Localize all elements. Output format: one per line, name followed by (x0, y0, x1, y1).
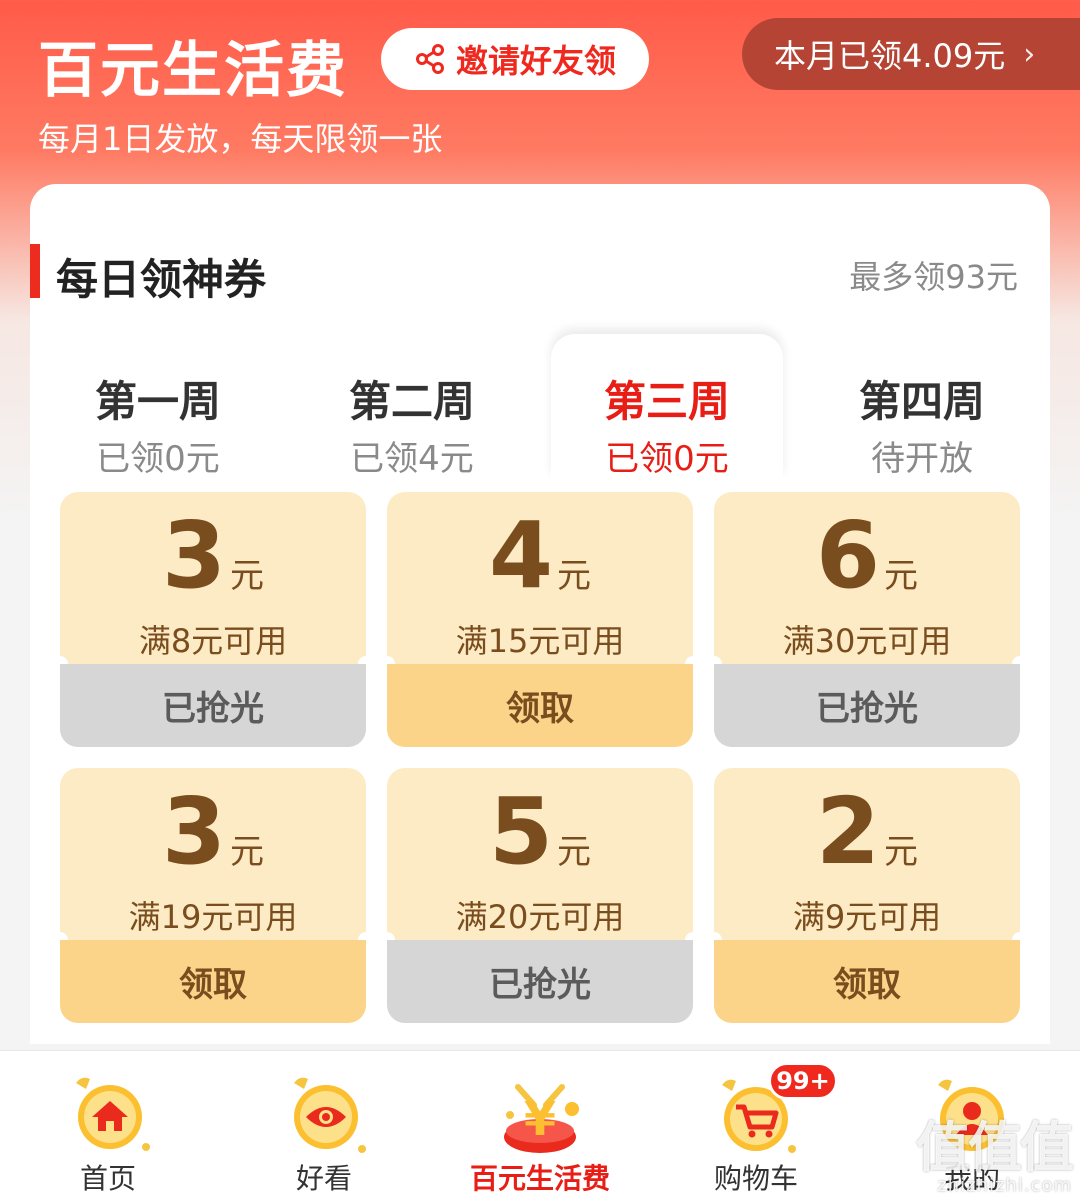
coupon-unit: 元 (884, 832, 918, 872)
coupon-claim-button[interactable]: 领取 (714, 940, 1020, 1023)
tab-label: 好看 (295, 1162, 352, 1195)
watermark-url: zhizhizhi.com (937, 1175, 1072, 1196)
coupon-card: 3元 满8元可用 已抢光 (60, 492, 366, 747)
page-subtitle: 每月1日发放，每天限领一张 (38, 120, 443, 158)
coupon-condition: 满20元可用 (455, 898, 625, 936)
tab-week-1[interactable]: 第一周 已领0元 (42, 334, 274, 479)
coupon-card: 4元 满15元可用 领取 (387, 492, 693, 747)
coupon-claim-button[interactable]: 领取 (387, 664, 693, 747)
tab-home[interactable]: 首页 (0, 1051, 216, 1202)
coupon-unit: 元 (557, 556, 591, 596)
watermark: 值值值 zhizhizhi.com (916, 1116, 1074, 1197)
week-name: 第三周 (603, 377, 730, 426)
coupon-card: 3元 满19元可用 领取 (60, 768, 366, 1023)
share-icon (415, 44, 444, 74)
coupon-amount: 6 (815, 502, 880, 609)
coupon-condition: 满8元可用 (138, 622, 288, 660)
coupon-value: 3元 (60, 786, 366, 878)
tab-label: 百元生活费 (469, 1162, 610, 1195)
coupon-card: 5元 满20元可用 已抢光 (387, 768, 693, 1023)
coupon-condition: 满9元可用 (792, 898, 942, 936)
tab-week-2[interactable]: 第二周 已领4元 (296, 334, 528, 479)
coupon-unit: 元 (230, 556, 264, 596)
monthly-claimed-button[interactable]: 本月已领4.09元 › (742, 18, 1080, 90)
week-tabs: 第一周 已领0元 第二周 已领4元 第三周 已领0元 第四周 待开放 (30, 334, 1050, 479)
coupon-soldout-button[interactable]: 已抢光 (60, 664, 366, 747)
invite-label: 邀请好友领 (455, 42, 616, 80)
coupon-card: 2元 满9元可用 领取 (714, 768, 1020, 1023)
coupon-amount: 3 (161, 502, 226, 609)
coupon-unit: 元 (557, 832, 591, 872)
cart-count-badge: 99+ (768, 1062, 838, 1100)
monthly-claimed-label: 本月已领4.09元 (774, 37, 1006, 75)
coupon-soldout-button[interactable]: 已抢光 (714, 664, 1020, 747)
coupon-condition: 满19元可用 (128, 898, 298, 936)
coupon-amount: 2 (815, 778, 880, 885)
invite-friends-button[interactable]: 邀请好友领 (381, 28, 649, 90)
tab-week-4[interactable]: 第四周 待开放 (806, 334, 1038, 479)
coupon-value: 3元 (60, 510, 366, 602)
chevron-right-icon: › (1023, 36, 1036, 72)
week-amount: 已领0元 (605, 439, 729, 479)
coupon-amount: 3 (161, 778, 226, 885)
svg-text:¥: ¥ (524, 1092, 556, 1146)
week-name: 第二周 (348, 377, 475, 426)
week-amount: 已领0元 (96, 439, 220, 479)
tab-haokan[interactable]: 好看 (216, 1051, 432, 1202)
tab-label: 购物车 (713, 1162, 798, 1195)
home-icon (76, 1077, 150, 1151)
coupon-unit: 元 (884, 556, 918, 596)
eye-icon (294, 1077, 366, 1153)
week-name: 第一周 (94, 377, 221, 426)
section-title: 每日领神券 (56, 255, 267, 304)
coupon-condition: 满30元可用 (782, 622, 952, 660)
coupon-card: 6元 满30元可用 已抢光 (714, 492, 1020, 747)
yuan-coin-icon: ¥ (504, 1084, 579, 1153)
coupon-value: 5元 (387, 786, 693, 878)
coupon-value: 4元 (387, 510, 693, 602)
page-title: 百元生活费 (38, 36, 348, 106)
coupon-value: 2元 (714, 786, 1020, 878)
coupon-condition: 满15元可用 (455, 622, 625, 660)
week-name: 第四周 (858, 377, 985, 426)
coupon-amount: 5 (488, 778, 553, 885)
tab-week-3[interactable]: 第三周 已领0元 (551, 334, 783, 479)
tab-label: 首页 (79, 1162, 136, 1195)
week-amount: 已领4元 (350, 439, 474, 479)
coupon-value: 6元 (714, 510, 1020, 602)
tab-living-allowance[interactable]: ¥ 百元生活费 (432, 1051, 648, 1202)
coupon-amount: 4 (488, 502, 553, 609)
week-amount: 待开放 (871, 439, 973, 479)
section-accent-bar (30, 244, 40, 298)
coupon-unit: 元 (230, 832, 264, 872)
daily-coupon-card: 每日领神券 最多领93元 第一周 已领0元 第二周 已领4元 第三周 已领0元 … (30, 184, 1050, 1044)
section-note: 最多领93元 (849, 258, 1018, 296)
watermark-text: 值值值 (916, 1116, 1074, 1179)
coupon-claim-button[interactable]: 领取 (60, 940, 366, 1023)
coupon-soldout-button[interactable]: 已抢光 (387, 940, 693, 1023)
